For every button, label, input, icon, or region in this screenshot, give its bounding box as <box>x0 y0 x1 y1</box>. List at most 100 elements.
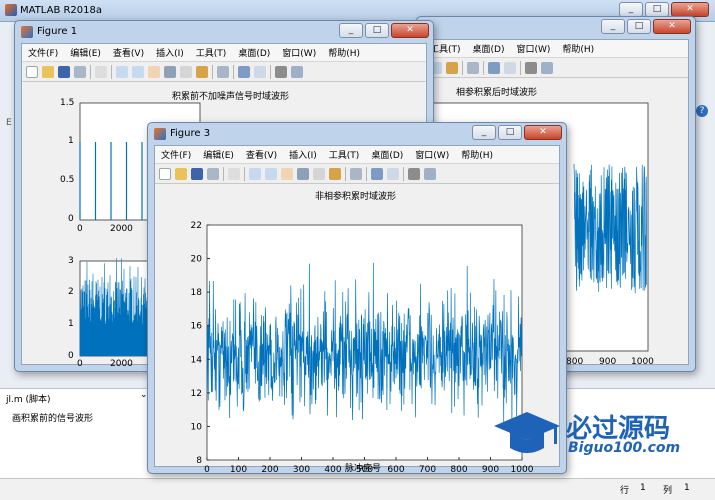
fig2-toolbar <box>424 58 688 78</box>
fig1-menu-item-6[interactable]: 窗口(W) <box>282 46 316 59</box>
fig1-brush-icon[interactable] <box>196 65 208 78</box>
fig2-xtick-1: 900 <box>599 357 617 367</box>
fig3-minimize-button[interactable]: _ <box>472 125 496 140</box>
fig3-zoom-out-icon[interactable] <box>265 167 277 180</box>
fig1-bottom-xtick-0: 0 <box>77 359 83 369</box>
status-col-value: 1 <box>684 483 690 493</box>
close-button[interactable]: ✕ <box>671 2 709 17</box>
fig2-print-icon[interactable] <box>467 61 479 74</box>
fig3-menu-item-5[interactable]: 桌面(D) <box>371 148 403 161</box>
fig3-link-icon[interactable] <box>350 167 362 180</box>
chart-xtick-label: 400 <box>324 465 341 475</box>
fig3-legend-icon[interactable] <box>387 167 399 180</box>
fig3-dock-icon[interactable] <box>424 167 436 180</box>
fig1-top-xtick-1: 2000 <box>110 224 133 234</box>
fig1-link-icon[interactable] <box>217 65 229 78</box>
maximize-button[interactable]: □ <box>645 2 669 17</box>
chart-xtick-label: 0 <box>204 465 210 475</box>
fig1-print-icon[interactable] <box>74 65 86 78</box>
chart-xtick-label: 200 <box>261 465 278 475</box>
chart-ytick-label: 22 <box>191 221 202 231</box>
fig2-menu-item-2[interactable]: 窗口(W) <box>516 42 550 55</box>
fig1-window-icon <box>21 26 33 38</box>
fig3-open-icon[interactable] <box>175 167 187 180</box>
fig1-save-icon[interactable] <box>58 65 70 78</box>
chart-ytick-label: 16 <box>191 322 203 332</box>
fig1-minimize-button[interactable]: _ <box>339 23 363 38</box>
fig3-rotate-icon[interactable] <box>297 167 309 180</box>
fig2-colorbar-icon[interactable] <box>488 61 500 74</box>
fig1-top-ytick-3: 0 <box>68 214 74 224</box>
fig3-window-icon <box>154 128 166 140</box>
fig3-hide-tools-icon[interactable] <box>408 167 420 180</box>
fig1-menu-item-7[interactable]: 帮助(H) <box>328 46 360 59</box>
fig3-new-icon[interactable] <box>159 167 171 180</box>
chart-ytick-label: 14 <box>191 355 203 365</box>
fig2-minimize-button[interactable]: _ <box>601 19 625 34</box>
chart-ytick-label: 10 <box>191 422 203 432</box>
fig2-dock-icon[interactable] <box>541 61 553 74</box>
fig3-menu-item-2[interactable]: 查看(V) <box>246 148 277 161</box>
fig3-menu-item-7[interactable]: 帮助(H) <box>461 148 493 161</box>
fig3-brush-icon[interactable] <box>329 167 341 180</box>
fig2-xtick-2: 1000 <box>631 357 654 367</box>
watermark-logo-icon <box>492 410 562 460</box>
fig3-pointer-icon[interactable] <box>228 167 240 180</box>
watermark-url: Biguo100.com <box>568 440 681 456</box>
fig1-rotate-icon[interactable] <box>164 65 176 78</box>
fig1-menu-item-5[interactable]: 桌面(D) <box>238 46 270 59</box>
fig2-brush-icon[interactable] <box>446 61 458 74</box>
fig2-menubar: 工具(T) 桌面(D) 窗口(W) 帮助(H) <box>424 40 688 58</box>
chart-xtick-label: 600 <box>387 465 404 475</box>
fig3-maximize-button[interactable]: □ <box>498 125 522 140</box>
matlab-logo-icon <box>5 4 17 16</box>
fig3-menu-item-0[interactable]: 文件(F) <box>161 148 191 161</box>
fig2-menu-item-1[interactable]: 桌面(D) <box>473 42 505 55</box>
fig1-top-ytick-1: 1 <box>68 136 74 146</box>
fig1-menu-item-3[interactable]: 插入(I) <box>156 46 184 59</box>
fig3-save-icon[interactable] <box>191 167 203 180</box>
fig1-open-icon[interactable] <box>42 65 54 78</box>
fig2-close-button[interactable]: ✕ <box>653 19 691 34</box>
fig3-datacursor-icon[interactable] <box>313 167 325 180</box>
fig3-close-button[interactable]: ✕ <box>524 125 562 140</box>
chart-xtick-label: 100 <box>230 465 247 475</box>
fig1-dock-icon[interactable] <box>291 65 303 78</box>
fig3-menu-item-6[interactable]: 窗口(W) <box>415 148 449 161</box>
fig1-new-icon[interactable] <box>26 65 38 78</box>
chart-ytick-label: 20 <box>191 255 203 265</box>
fig1-pan-icon[interactable] <box>148 65 160 78</box>
fig3-zoom-in-icon[interactable] <box>249 167 261 180</box>
minimize-button[interactable]: _ <box>619 2 643 17</box>
fig1-zoom-out-icon[interactable] <box>132 65 144 78</box>
fig2-menu-item-0[interactable]: 工具(T) <box>430 42 461 55</box>
fig1-menu-item-2[interactable]: 查看(V) <box>113 46 144 59</box>
fig1-close-button[interactable]: ✕ <box>391 23 429 38</box>
fig3-toolbar <box>155 164 559 184</box>
help-icon[interactable]: ? <box>696 105 708 117</box>
fig3-menu-item-3[interactable]: 插入(I) <box>289 148 317 161</box>
fig1-menu-item-1[interactable]: 编辑(E) <box>70 46 101 59</box>
fig2-menu-item-3[interactable]: 帮助(H) <box>562 42 594 55</box>
fig1-legend-icon[interactable] <box>254 65 266 78</box>
fig2-maximize-button[interactable]: □ <box>627 19 651 34</box>
fig2-legend-icon[interactable] <box>504 61 516 74</box>
fig3-print-icon[interactable] <box>207 167 219 180</box>
fig1-menu-item-0[interactable]: 文件(F) <box>28 46 58 59</box>
fig1-zoom-in-icon[interactable] <box>116 65 128 78</box>
chart-ytick-label: 8 <box>196 456 202 466</box>
fig2-hide-tools-icon[interactable] <box>525 61 537 74</box>
fig3-menu-item-1[interactable]: 编辑(E) <box>203 148 234 161</box>
fig1-datacursor-icon[interactable] <box>180 65 192 78</box>
fig1-hide-tools-icon[interactable] <box>275 65 287 78</box>
chart-xtick-label: 1000 <box>511 465 534 475</box>
fig3-colorbar-icon[interactable] <box>371 167 383 180</box>
fig3-menu-item-4[interactable]: 工具(T) <box>329 148 360 161</box>
status-row-label: 行 <box>620 486 630 496</box>
fig1-menu-item-4[interactable]: 工具(T) <box>196 46 227 59</box>
fig1-title: Figure 1 <box>37 26 78 37</box>
fig1-pointer-icon[interactable] <box>95 65 107 78</box>
fig3-pan-icon[interactable] <box>281 167 293 180</box>
fig1-maximize-button[interactable]: □ <box>365 23 389 38</box>
fig1-colorbar-icon[interactable] <box>238 65 250 78</box>
